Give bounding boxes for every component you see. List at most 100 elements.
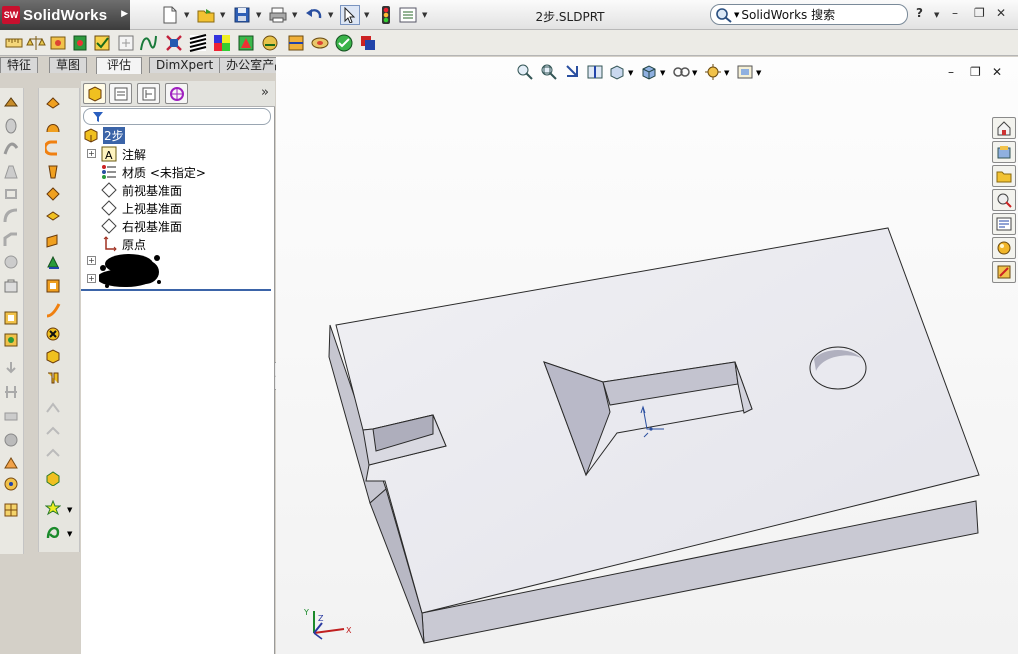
solid-body-icon[interactable] [45,470,61,486]
options-button[interactable] [398,5,418,25]
curves-icon[interactable] [45,400,61,416]
save-button[interactable] [232,5,252,25]
rollback-bar[interactable] [81,289,271,291]
help-button[interactable]: ? [916,6,923,20]
curvature-icon[interactable] [138,33,158,53]
boss-loft-icon[interactable] [45,164,61,180]
open-dropdown-icon[interactable]: ▼ [220,11,225,19]
combine-icon[interactable] [3,432,19,448]
help-dropdown-icon[interactable]: ▼ [934,11,939,19]
part-model[interactable] [276,57,1018,654]
expand-icon[interactable]: + [87,149,96,158]
revolve-icon[interactable] [3,118,19,134]
boss-extrude-icon[interactable] [45,94,61,110]
extruded-boss-icon[interactable] [3,94,19,110]
design-library-tab[interactable] [992,141,1016,163]
custom-properties-tab[interactable] [992,261,1016,283]
sensors-icon[interactable] [70,33,90,53]
new-dropdown-icon[interactable]: ▼ [184,11,189,19]
check-ok-icon[interactable] [334,33,354,53]
feature-tree-tab[interactable] [83,83,106,104]
part-name[interactable]: 2步 [103,126,125,144]
save-dropdown-icon[interactable]: ▼ [256,11,261,19]
thickness-analysis-icon[interactable] [310,33,330,53]
graphics-area[interactable]: ▼ ▼ ▼ ▼ ▼ – ❐ ✕ Y Z X [276,57,1018,654]
print-button[interactable] [268,5,288,25]
wrap-icon[interactable] [3,310,19,326]
spline-dropdown-icon[interactable]: ▼ [67,530,72,538]
instant3d-icon[interactable] [3,502,19,518]
geometry-analysis-icon[interactable] [116,33,136,53]
search-scope-dropdown-icon[interactable]: ▼ [734,11,739,19]
menu-expand-icon[interactable]: ▶ [121,9,128,19]
tree-item-right-plane[interactable]: 右视基准面 [81,217,275,235]
reference-geometry-icon[interactable] [45,370,61,386]
minimize-icon[interactable]: – [952,6,958,20]
shell-feature-icon[interactable] [45,278,61,294]
dome-icon[interactable] [3,332,19,348]
deform-icon[interactable] [3,476,19,492]
fillet-icon[interactable] [3,208,19,224]
print-dropdown-icon[interactable]: ▼ [292,11,297,19]
search-results-tab[interactable] [992,189,1016,211]
sketch-star-icon[interactable] [45,500,61,516]
select-dropdown-icon[interactable]: ▼ [364,11,369,19]
solidworks-resources-tab[interactable] [992,117,1016,139]
compare-documents-icon[interactable] [358,33,378,53]
open-button[interactable] [196,5,216,25]
file-explorer-tab[interactable] [992,165,1016,187]
tree-item-material[interactable]: 材质 <未指定> [81,163,275,181]
mirror-icon[interactable] [45,348,61,364]
tab-features[interactable]: 特征 [0,57,39,73]
rib-icon[interactable] [3,254,19,270]
property-manager-tab[interactable] [109,83,132,104]
expand-icon[interactable]: + [87,274,96,283]
cut-revolve-icon[interactable] [45,208,61,224]
tab-sketch[interactable]: 草图 [49,57,88,73]
restore-icon[interactable]: ❐ [974,6,985,20]
chamfer-icon[interactable] [3,232,19,248]
section-properties-icon[interactable] [48,33,68,53]
check-icon[interactable] [92,33,112,53]
configuration-manager-tab[interactable] [137,83,160,104]
instant3d-toggle-icon[interactable] [45,424,61,440]
tab-dimxpert[interactable]: DimXpert [149,57,221,73]
boundary-icon[interactable] [3,186,19,202]
more-panels-button[interactable]: » [261,85,269,100]
search-box[interactable]: ▼ SolidWorks 搜索 [710,4,908,25]
tree-item-annotations[interactable]: + A 注解 [81,145,275,163]
search-input[interactable]: SolidWorks 搜索 [741,6,835,23]
tree-filter-input[interactable] [83,108,271,125]
appearances-tab[interactable] [992,237,1016,259]
shell-icon[interactable] [3,278,19,294]
new-document-button[interactable] [160,5,180,25]
options-dropdown-icon[interactable]: ▼ [422,11,427,19]
rib-feature-icon[interactable] [45,254,61,270]
draft-analysis-icon[interactable] [236,33,256,53]
tree-item-front-plane[interactable]: 前视基准面 [81,181,275,199]
tree-item-top-plane[interactable]: 上视基准面 [81,199,275,217]
spline-icon[interactable] [45,524,61,540]
expand-icon[interactable]: + [87,256,96,265]
close-icon[interactable]: ✕ [996,6,1006,20]
undercut-detection-icon[interactable] [260,33,280,53]
flex-icon[interactable] [3,454,19,470]
freeform-icon[interactable] [45,446,61,462]
dimxpert-manager-tab[interactable] [165,83,188,104]
linear-pattern-icon[interactable] [45,326,61,342]
zebra-stripes-icon[interactable] [188,33,208,53]
draft-icon[interactable] [45,302,61,318]
boss-revolve-icon[interactable] [45,118,61,134]
loft-icon[interactable] [3,164,19,180]
boss-sweep-icon[interactable] [45,140,61,156]
rebuild-button[interactable] [376,5,396,25]
solidworks-logo[interactable]: SW SolidWorks ▶ [0,0,130,30]
intersect-icon[interactable] [3,408,19,424]
measure-icon[interactable] [4,33,24,53]
view-palette-tab[interactable] [992,213,1016,235]
undo-dropdown-icon[interactable]: ▼ [328,11,333,19]
sketch-dropdown-icon[interactable]: ▼ [67,506,72,514]
tab-evaluate[interactable]: 评估 [96,57,143,74]
mass-properties-icon[interactable] [26,33,46,53]
split-line-icon[interactable] [3,384,19,400]
